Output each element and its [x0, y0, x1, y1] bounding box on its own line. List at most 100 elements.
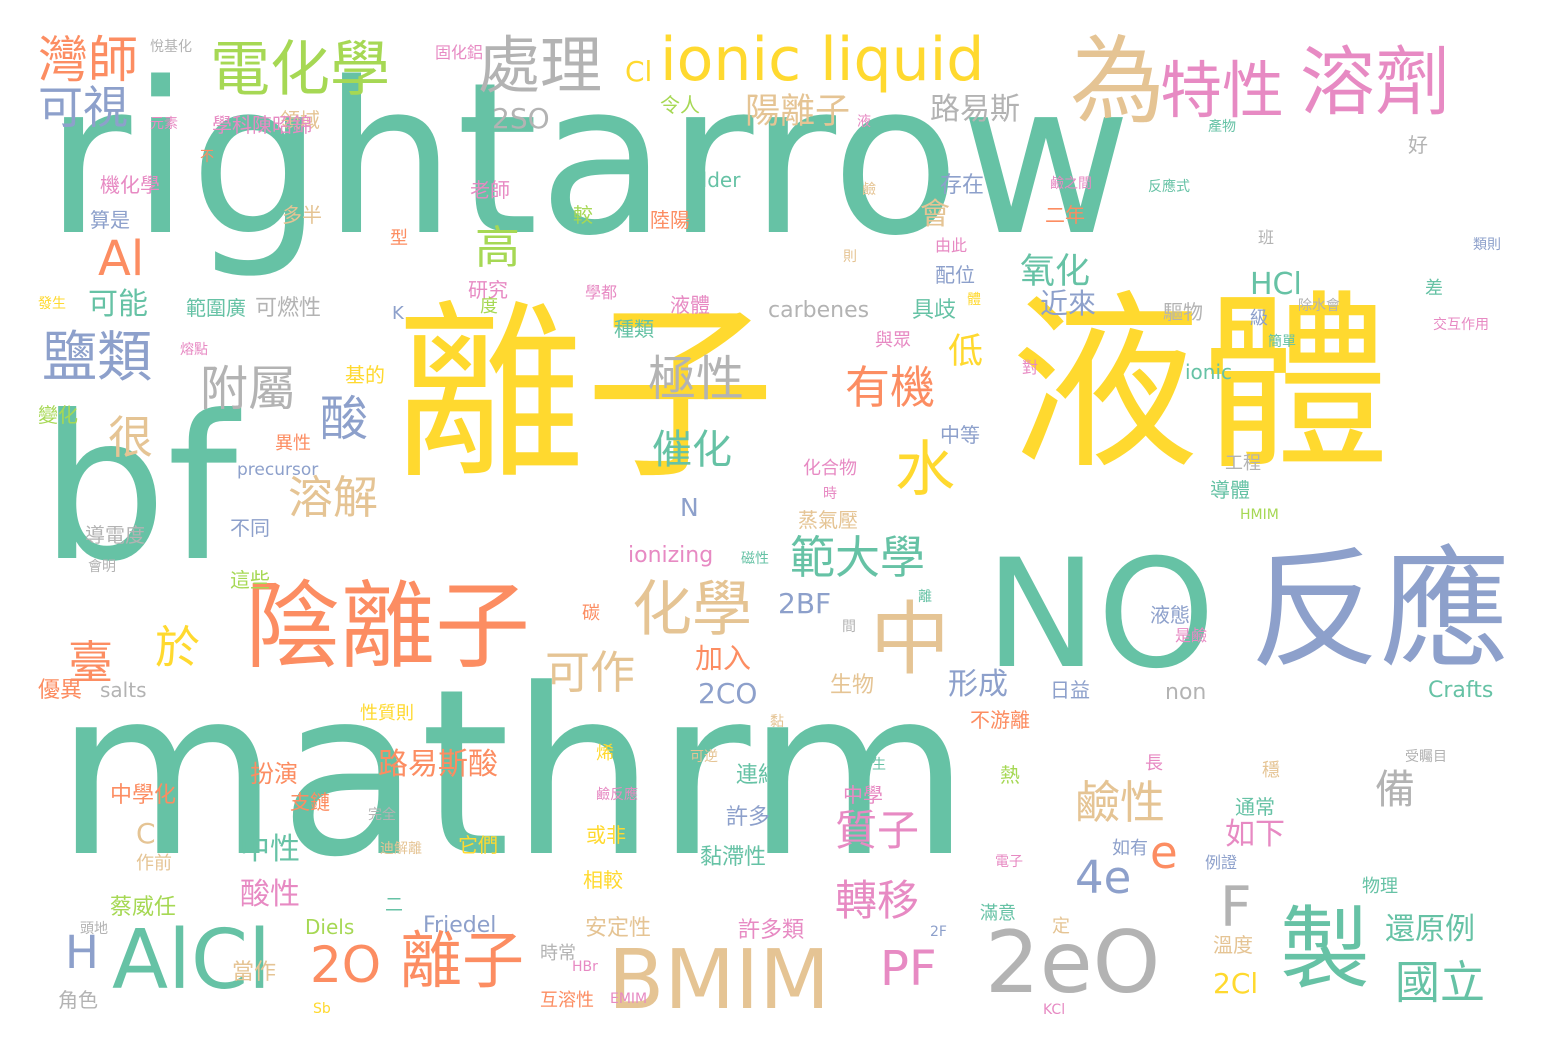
cloud-word: F: [1220, 875, 1252, 939]
cloud-word: 許多: [726, 805, 771, 830]
cloud-word: 型: [390, 228, 408, 249]
cloud-word: 很: [108, 411, 154, 464]
cloud-word: 特性: [1160, 54, 1285, 127]
cloud-word: 可能: [88, 287, 148, 322]
cloud-word: 變化: [38, 403, 78, 427]
cloud-word: 異性: [275, 433, 311, 454]
cloud-word: 離: [918, 589, 932, 605]
cloud-word: PF: [880, 941, 937, 997]
cloud-word: 鹼性: [1075, 776, 1166, 829]
cloud-word: 形成: [948, 667, 1008, 702]
cloud-word: 具歧: [912, 298, 957, 323]
cloud-word: 交互作用: [1433, 317, 1489, 333]
cloud-word: 2SO: [492, 102, 550, 135]
cloud-word: 這些: [230, 568, 270, 592]
cloud-word: 電化學: [210, 35, 390, 105]
cloud-word: 優異: [38, 678, 83, 703]
cloud-word: 高: [475, 221, 521, 274]
cloud-word: 時常: [540, 943, 576, 964]
cloud-word: 製: [1280, 897, 1370, 1002]
cloud-word: 蒸氣壓: [798, 508, 858, 532]
cloud-word: 相較: [583, 868, 623, 892]
cloud-word: 配位: [935, 263, 975, 287]
cloud-word: 中等: [940, 423, 980, 447]
cloud-word: ionic liquid: [660, 25, 985, 95]
cloud-word: Al: [98, 231, 145, 287]
cloud-word: precursor: [237, 460, 319, 480]
cloud-word: 與眾: [875, 330, 911, 351]
cloud-word: 水: [895, 435, 955, 505]
cloud-word: 生物: [830, 673, 875, 698]
cloud-word: 通常: [1235, 795, 1275, 819]
cloud-word: 溶解: [288, 471, 379, 524]
cloud-word: 連結: [736, 763, 781, 788]
cloud-word: 2O: [310, 936, 382, 994]
cloud-word: 黏滯性: [700, 845, 767, 870]
cloud-word: 級: [1250, 308, 1268, 329]
cloud-word: 工程: [1225, 453, 1261, 474]
cloud-word: 差: [1425, 278, 1443, 299]
cloud-word: 學都: [585, 283, 618, 302]
cloud-word: Alder: [688, 168, 741, 192]
cloud-word: 好: [1408, 133, 1428, 157]
cloud-word: BMIM: [608, 933, 830, 1028]
cloud-word: 質子: [835, 806, 920, 855]
cloud-word: 算是: [90, 208, 130, 232]
cloud-word: 液: [857, 114, 871, 130]
cloud-word: 產物: [1208, 119, 1236, 135]
cloud-word: 極性: [648, 351, 745, 407]
cloud-word: 轉移: [835, 876, 920, 925]
cloud-word: 不: [200, 149, 214, 165]
cloud-word: 完全: [368, 807, 396, 823]
cloud-word: 不游離: [970, 708, 1030, 732]
cloud-word: 酸性: [240, 877, 300, 912]
cloud-word: EMIM: [610, 991, 648, 1007]
cloud-word: 頭地: [80, 921, 108, 937]
cloud-word: 電子: [995, 854, 1023, 870]
cloud-word: 它們: [458, 833, 498, 857]
cloud-word: 扮演: [250, 760, 298, 788]
cloud-word: 例證: [1205, 853, 1238, 872]
cloud-word: 黏: [770, 714, 784, 730]
cloud-word: 較: [573, 203, 593, 227]
cloud-word: 作前: [136, 853, 172, 874]
cloud-word: 有機: [845, 361, 936, 414]
cloud-word: 存在: [940, 173, 985, 198]
cloud-word: 驅物: [1163, 300, 1203, 324]
cloud-word: 可視: [38, 81, 129, 134]
cloud-word: 範圍廣: [186, 296, 246, 320]
cloud-word: 備: [1375, 767, 1415, 813]
cloud-word: 簡單: [1268, 334, 1296, 350]
cloud-word: 路易斯: [930, 92, 1020, 127]
cloud-word: 離子: [400, 924, 525, 997]
cloud-word: 學科陳昭錦: [212, 113, 312, 137]
cloud-word: HMIM: [1240, 507, 1279, 523]
cloud-word: N: [680, 493, 699, 522]
cloud-word: 中: [870, 593, 950, 686]
cloud-word: HBr: [572, 959, 598, 975]
cloud-word: 液體: [670, 293, 710, 317]
cloud-word: 由此: [935, 236, 968, 255]
cloud-word: 迪解離: [380, 841, 422, 857]
cloud-word: 熔點: [180, 342, 208, 358]
cloud-word: salts: [100, 678, 147, 702]
cloud-word: Cl: [625, 55, 653, 88]
cloud-word: 烯: [596, 743, 614, 764]
cloud-word: 發生: [38, 296, 66, 312]
cloud-word: 不同: [230, 516, 270, 540]
cloud-word: 於: [155, 621, 201, 674]
cloud-word: 除水會: [1298, 298, 1340, 314]
cloud-word: KCl: [1043, 1002, 1066, 1018]
cloud-word: 可逆: [690, 749, 718, 765]
cloud-word: 加入: [695, 642, 752, 675]
cloud-word: 體: [967, 292, 981, 308]
cloud-word: e: [1150, 826, 1178, 879]
cloud-word: 日益: [1050, 678, 1090, 702]
cloud-word: 陽離子: [745, 92, 851, 132]
cloud-word: 性質則: [360, 703, 414, 724]
cloud-word: Diels: [305, 915, 355, 939]
cloud-word: 如下: [1225, 817, 1285, 852]
cloud-word: 灣師: [38, 31, 138, 89]
cloud-word: non: [1165, 680, 1207, 705]
cloud-word: 反應式: [1148, 179, 1190, 195]
